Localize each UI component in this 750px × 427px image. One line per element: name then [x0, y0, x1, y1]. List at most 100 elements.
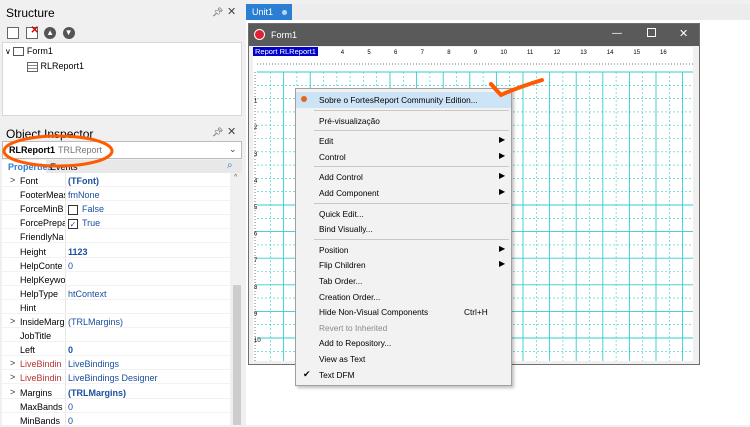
ruler-v-label: 4 — [254, 178, 258, 184]
close-icon[interactable]: ✕ — [227, 125, 236, 138]
menu-item[interactable]: Pré-visualização — [296, 113, 511, 129]
tree-item-rlreport1[interactable]: RLReport1 — [27, 61, 84, 72]
maximize-icon[interactable] — [647, 28, 656, 37]
structure-tree[interactable]: ∨ Form1 RLReport1 — [2, 42, 242, 116]
inspector-scrollbar[interactable]: ^ — [231, 173, 243, 425]
property-row[interactable]: Hint — [2, 300, 230, 314]
menu-item[interactable]: Hide Non-Visual Components Ctrl+H — [296, 304, 511, 320]
new-item-icon[interactable] — [7, 27, 19, 39]
checkbox[interactable]: ✓ — [68, 218, 78, 229]
property-value[interactable]: fmNone — [68, 190, 100, 200]
menu-item[interactable]: Bind Visually... — [296, 221, 511, 237]
property-grid[interactable]: > Font (TFont) FooterMeas fmNone ForceMinB Fal… — [2, 173, 230, 427]
move-down-icon[interactable]: ▼ — [62, 27, 75, 39]
property-name: MinBands — [20, 415, 61, 426]
pin-icon[interactable]: 📌︎ — [212, 7, 223, 18]
menu-item[interactable]: Add to Repository... — [296, 335, 511, 351]
expand-icon[interactable]: > — [10, 175, 15, 185]
scroll-up-icon[interactable]: ^ — [234, 174, 237, 181]
band-label[interactable]: Report RLReport1 — [253, 47, 318, 56]
menu-item-label: Revert to Inherited — [319, 322, 388, 333]
property-value[interactable]: (TRLMargins) — [68, 317, 123, 327]
property-name: ForcePrepa — [20, 218, 65, 229]
chevron-down-icon[interactable]: ⌄ — [229, 144, 237, 155]
property-name: LiveBindin — [20, 373, 62, 384]
ruler-h-label: 4 — [341, 50, 345, 56]
tree-item-form1[interactable]: ∨ Form1 — [5, 46, 53, 57]
property-row[interactable]: Height 1123 — [2, 244, 230, 258]
property-row[interactable]: Left 0 — [2, 342, 230, 357]
menu-item[interactable]: Flip Children ▶ — [296, 257, 511, 273]
menu-item-label: View as Text — [319, 354, 366, 364]
menu-item[interactable]: Position ▶ — [296, 242, 511, 258]
ruler-h-label: 16 — [660, 50, 667, 56]
property-row[interactable]: JobTitle — [2, 328, 230, 343]
property-row[interactable]: FriendlyNa — [2, 229, 230, 244]
property-name: FooterMeas — [20, 190, 65, 201]
modified-dot-icon — [281, 10, 287, 16]
minimize-icon[interactable]: — — [612, 28, 622, 39]
property-value[interactable]: ✓ True — [68, 218, 100, 229]
ruler-v-label: 7 — [254, 258, 258, 264]
property-row[interactable]: HelpConte 0 — [2, 258, 230, 272]
context-menu[interactable]: Sobre o FortesReport Community Edition..… — [295, 88, 512, 386]
delphi-form-icon — [254, 29, 265, 40]
menu-item[interactable]: Edit ▶ — [296, 133, 511, 149]
property-value[interactable]: 0 — [68, 402, 73, 412]
property-row[interactable]: > Font (TFont) — [2, 173, 230, 188]
property-row[interactable]: > InsideMarg (TRLMargins) — [2, 314, 230, 329]
expand-icon[interactable]: > — [10, 372, 15, 382]
menu-item-label: Control — [319, 151, 346, 162]
property-row[interactable]: > LiveBindin LiveBindings — [2, 356, 230, 371]
property-value[interactable]: (TRLMargins) — [68, 388, 126, 398]
menu-item[interactable]: Add Control ▶ — [296, 169, 511, 185]
ruler-v-label: 6 — [254, 232, 258, 238]
menu-item[interactable]: Tab Order... — [296, 273, 511, 289]
expand-icon[interactable]: > — [10, 316, 15, 326]
property-row[interactable]: > LiveBindin LiveBindings Designer — [2, 370, 230, 385]
form1-titlebar[interactable]: Form1 — ✕ — [249, 24, 699, 46]
move-up-icon[interactable]: ▲ — [44, 27, 57, 39]
property-row[interactable]: ForcePrepa ✓ True — [2, 215, 230, 230]
menu-item[interactable]: View as Text — [296, 351, 511, 367]
property-row[interactable]: MaxBands 0 — [2, 399, 230, 413]
property-value[interactable]: (TFont) — [68, 176, 99, 186]
property-row[interactable]: FooterMeas fmNone — [2, 187, 230, 202]
property-value[interactable]: 0 — [68, 261, 73, 271]
property-row[interactable]: HelpType htContext — [2, 286, 230, 300]
tree-label-rlreport1: RLReport1 — [40, 61, 85, 71]
expand-icon[interactable]: > — [10, 387, 15, 397]
menu-item[interactable]: Sobre o FortesReport Community Edition..… — [296, 92, 511, 108]
collapse-icon[interactable]: ∨ — [5, 47, 11, 56]
property-row[interactable]: ForceMinB False — [2, 201, 230, 216]
property-value[interactable]: 0 — [68, 345, 73, 355]
close-window-icon[interactable]: ✕ — [679, 27, 688, 40]
submenu-arrow-icon: ▶ — [499, 187, 506, 196]
property-value[interactable]: 0 — [68, 416, 73, 426]
property-value[interactable]: LiveBindings Designer — [68, 373, 158, 383]
pin-icon[interactable]: 📌︎ — [212, 127, 223, 138]
menu-item[interactable]: Creation Order... — [296, 289, 511, 305]
ruler-h-label: 6 — [394, 50, 398, 56]
property-value[interactable]: False — [68, 204, 104, 215]
close-icon[interactable]: ✕ — [227, 5, 236, 18]
search-icon[interactable]: ⌕ — [227, 160, 233, 171]
menu-item-label: Text DFM — [319, 369, 355, 380]
checkbox[interactable] — [68, 204, 78, 215]
menu-separator — [314, 109, 509, 111]
property-row[interactable]: > Margins (TRLMargins) — [2, 385, 230, 399]
property-row[interactable]: HelpKeywo — [2, 272, 230, 286]
menu-item[interactable]: Control ▶ — [296, 149, 511, 165]
property-value[interactable]: 1123 — [68, 247, 88, 257]
menu-item[interactable]: ✔ Text DFM — [296, 367, 511, 383]
ruler-h-label: 7 — [421, 50, 425, 56]
expand-icon[interactable]: > — [10, 358, 15, 368]
menu-item[interactable]: Quick Edit... — [296, 206, 511, 222]
property-value[interactable]: htContext — [68, 289, 107, 299]
delete-item-icon[interactable]: ✕ — [25, 25, 39, 39]
menu-item[interactable]: Add Component ▶ — [296, 185, 511, 201]
property-name: Left — [20, 345, 36, 356]
property-value[interactable]: LiveBindings — [68, 359, 119, 369]
scrollbar-thumb[interactable] — [233, 285, 241, 425]
tab-unit1[interactable]: Unit1 — [246, 4, 292, 20]
